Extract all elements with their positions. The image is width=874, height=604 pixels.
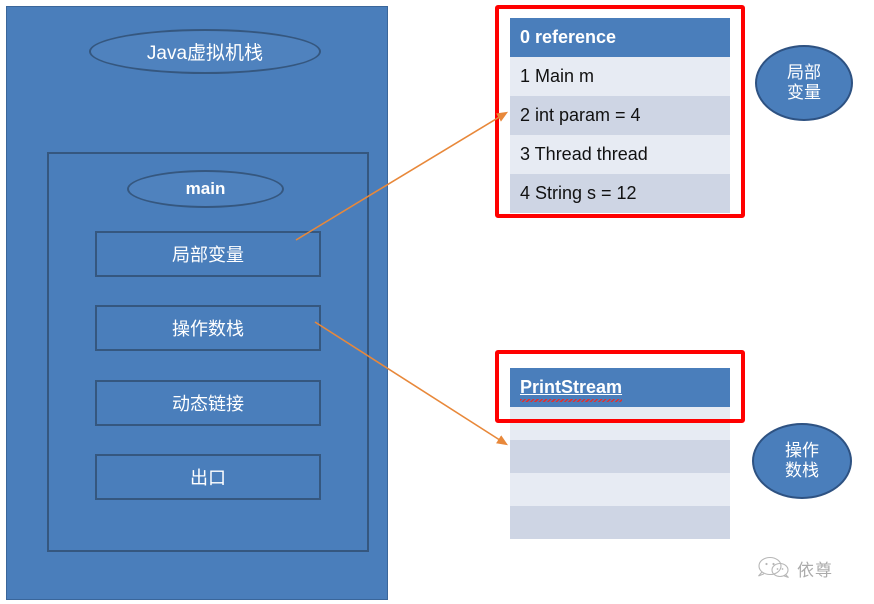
- table-row: 4 String s = 12: [510, 174, 730, 213]
- wechat-logo-icon: [758, 556, 789, 579]
- table-row: 1 Main m: [510, 57, 730, 96]
- watermark: 依尊: [757, 551, 865, 585]
- locals-row-label: 3 Thread thread: [520, 144, 648, 164]
- slot-dynamic-link-label: 动态链接: [172, 394, 244, 414]
- table-row: 2 int param = 4: [510, 96, 730, 135]
- slot-local-variables-label: 局部变量: [172, 245, 244, 265]
- table-row: 0 reference: [510, 18, 730, 57]
- callout-local-variables: 局部 变量: [755, 45, 853, 121]
- callout-operand-stack: 操作 数栈: [752, 423, 852, 499]
- local-variable-table: 0 reference 1 Main m 2 int param = 4 3 T…: [510, 18, 730, 213]
- watermark-label: 依尊: [797, 560, 833, 580]
- table-row: [510, 473, 730, 506]
- table-row: PrintStream: [510, 368, 730, 407]
- slot-operand-stack: 操作数栈: [95, 305, 321, 351]
- callout-local-variables-line1: 局部: [787, 63, 821, 83]
- slot-operand-stack-label: 操作数栈: [172, 319, 244, 339]
- locals-row-label: 2 int param = 4: [520, 105, 641, 125]
- table-row: [510, 440, 730, 473]
- jvm-stack-title-ellipse: Java虚拟机栈: [89, 29, 321, 74]
- slot-dynamic-link: 动态链接: [95, 380, 321, 426]
- main-frame-label: main: [185, 179, 226, 198]
- printstream-table: PrintStream: [510, 368, 730, 539]
- slot-local-variables: 局部变量: [95, 231, 321, 277]
- callout-local-variables-line2: 变量: [787, 83, 821, 102]
- locals-row-label: 4 String s = 12: [520, 183, 637, 203]
- slot-exit-label: 出口: [190, 468, 226, 488]
- table-row: 3 Thread thread: [510, 135, 730, 174]
- locals-row-label: 1 Main m: [520, 66, 595, 86]
- printstream-header-label: PrintStream: [520, 377, 623, 402]
- slot-exit: 出口: [95, 454, 321, 500]
- callout-operand-stack-line2: 数栈: [785, 461, 819, 480]
- table-row: [510, 506, 730, 539]
- jvm-stack-panel: Java虚拟机栈 main 局部变量 操作数栈 动态链接 出口: [6, 6, 388, 600]
- table-row: [510, 407, 730, 440]
- callout-operand-stack-line1: 操作: [785, 441, 819, 461]
- locals-header-label: 0 reference: [520, 27, 617, 47]
- main-frame-ellipse: main: [127, 170, 284, 208]
- jvm-stack-title-label: Java虚拟机栈: [146, 43, 264, 64]
